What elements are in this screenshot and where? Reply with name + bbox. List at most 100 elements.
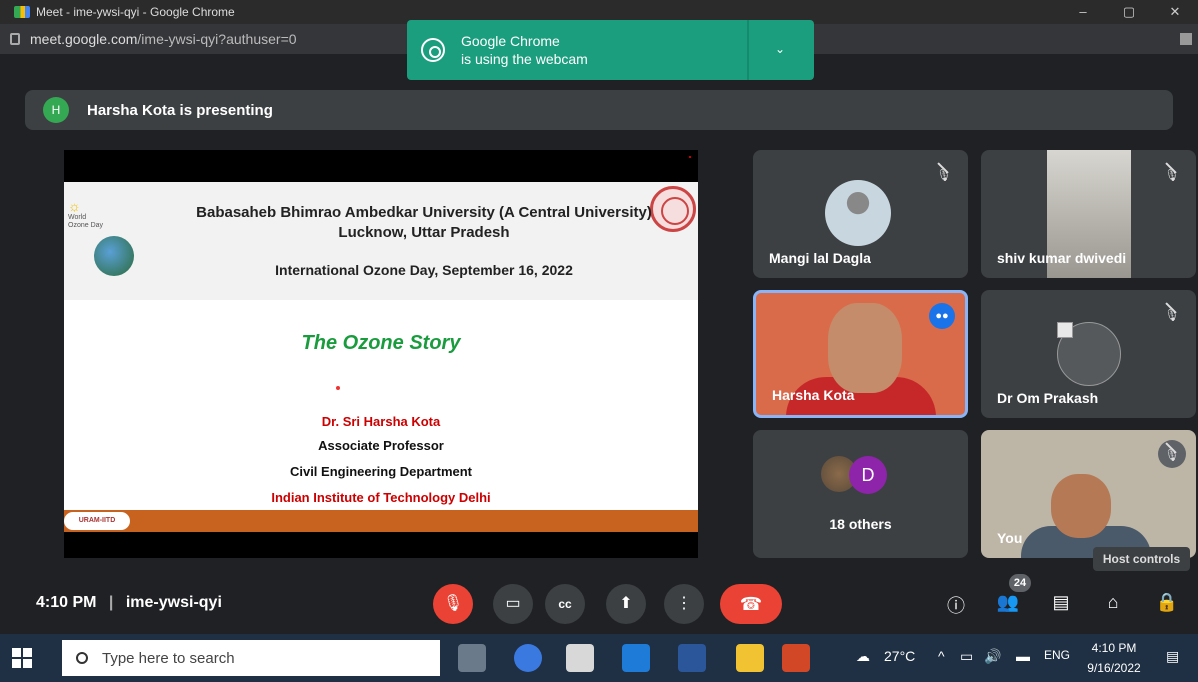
- word-icon[interactable]: [678, 644, 706, 672]
- mic-off-icon: [1158, 440, 1186, 468]
- search-placeholder: Type here to search: [102, 649, 235, 667]
- participant-face: [1051, 474, 1111, 538]
- taskbar-date: 9/16/2022: [1087, 661, 1141, 675]
- slide-institute: Indian Institute of Technology Delhi: [271, 490, 491, 505]
- file-explorer-icon[interactable]: [736, 644, 764, 672]
- participant-name: Mangi lal Dagla: [769, 250, 871, 266]
- mic-off-icon: 🎙: [442, 595, 464, 612]
- battery-icon[interactable]: ▬: [1016, 648, 1030, 664]
- separator: |: [108, 594, 114, 611]
- chevron-down-icon[interactable]: ⌄: [775, 42, 785, 56]
- participant-tile[interactable]: Mangi lal Dagla: [753, 150, 968, 278]
- paint-icon[interactable]: [566, 644, 594, 672]
- url-path: /ime-ywsi-qyi?authuser=0: [137, 31, 297, 47]
- participant-name: shiv kumar dwivedi: [997, 250, 1127, 266]
- minimize-button[interactable]: –: [1060, 0, 1106, 24]
- hang-up-icon: ☎: [739, 594, 763, 614]
- others-tile[interactable]: D 18 others: [753, 430, 968, 558]
- slide-title: The Ozone Story: [301, 332, 461, 354]
- notification-line1: Google Chrome: [461, 33, 560, 49]
- network-icon[interactable]: ▭: [960, 648, 973, 665]
- slide-event: International Ozone Day, September 16, 2…: [275, 262, 573, 278]
- laser-pointer-dot: [336, 386, 340, 390]
- participant-name: You: [997, 530, 1023, 546]
- participant-tile[interactable]: Dr Om Prakash: [981, 290, 1196, 418]
- others-count: 18 others: [829, 516, 892, 532]
- camera-icon: ▭: [505, 595, 521, 612]
- webcam-notification[interactable]: Google Chrome is using the webcam ⌄: [407, 20, 814, 80]
- host-controls-tooltip: Host controls: [1093, 547, 1190, 571]
- notification-center-icon[interactable]: ▤: [1166, 648, 1179, 665]
- url-host: meet.google.com: [30, 31, 138, 47]
- volume-icon[interactable]: 🔊: [984, 648, 1001, 665]
- mic-toggle-button[interactable]: 🎙: [433, 584, 473, 624]
- participant-name: Dr Om Prakash: [997, 390, 1099, 406]
- presentation-screen[interactable]: ☼ World Ozone Day Babasaheb Bhimrao Ambe…: [64, 150, 698, 558]
- meet-favicon-icon: [14, 6, 30, 18]
- input-language[interactable]: ENG: [1044, 648, 1070, 662]
- captions-button[interactable]: cc: [545, 584, 585, 624]
- notification-line2: is using the webcam: [461, 51, 588, 67]
- host-controls-icon[interactable]: 🔒: [1155, 592, 1179, 613]
- footer-badge: URAM-IITD: [64, 512, 130, 530]
- logo-text: World Ozone Day: [68, 214, 104, 229]
- webcam-icon: [421, 38, 445, 62]
- slide-marker: [689, 156, 691, 158]
- powerpoint-icon[interactable]: [782, 644, 810, 672]
- presenting-text: Harsha Kota is presenting: [87, 101, 273, 119]
- chrome-icon[interactable]: [514, 644, 542, 672]
- presenter-avatar: H: [43, 97, 69, 123]
- maximize-button[interactable]: ▢: [1106, 0, 1152, 24]
- participant-count-badge: 24: [1009, 574, 1031, 592]
- globe-icon: [94, 236, 134, 276]
- activities-icon[interactable]: ⌂: [1101, 592, 1125, 613]
- close-button[interactable]: ✕: [1152, 0, 1198, 24]
- taskbar-search[interactable]: Type here to search: [62, 640, 440, 676]
- captions-icon: cc: [558, 597, 572, 611]
- slide-university: Babasaheb Bhimrao Ambedkar University (A…: [196, 204, 652, 221]
- taskbar-clock[interactable]: 4:10 PM 9/16/2022: [1084, 638, 1144, 678]
- taskbar-time: 4:10 PM: [1091, 641, 1137, 655]
- windows-start-icon[interactable]: [12, 648, 32, 668]
- app-icon[interactable]: [458, 644, 486, 672]
- slide-header: ☼ World Ozone Day Babasaheb Bhimrao Ambe…: [64, 182, 698, 300]
- search-icon: [76, 652, 88, 664]
- broken-image-icon: [1057, 322, 1121, 386]
- edge-icon[interactable]: [622, 644, 650, 672]
- meeting-info: 4:10 PM | ime-ywsi-qyi: [36, 594, 222, 612]
- slide-city: Lucknow, Uttar Pradesh: [338, 224, 510, 241]
- people-icon[interactable]: 👥: [996, 592, 1020, 613]
- chat-icon[interactable]: ▤: [1049, 592, 1073, 613]
- participant-tile[interactable]: shiv kumar dwivedi: [981, 150, 1196, 278]
- extension-icon[interactable]: [1180, 33, 1192, 45]
- participant-name: Harsha Kota: [772, 387, 855, 403]
- avatar: [825, 180, 891, 246]
- meeting-code: ime-ywsi-qyi: [125, 594, 222, 611]
- avatar: D: [849, 456, 887, 494]
- meeting-time: 4:10 PM: [36, 594, 97, 611]
- more-options-button[interactable]: ⋮: [664, 584, 704, 624]
- slide-footer-bar: URAM-IITD: [64, 510, 698, 532]
- tray-chevron-up-icon[interactable]: ^: [938, 648, 945, 664]
- meeting-controls-bar: 4:10 PM | ime-ywsi-qyi 🎙 ▭ cc ⬆ ⋮ ☎ ⓘ 24…: [0, 574, 1198, 634]
- weather-icon[interactable]: ☁: [856, 648, 870, 665]
- participant-face: [828, 303, 902, 393]
- notification-divider: [747, 20, 749, 80]
- participant-tile-active-speaker[interactable]: ●● Harsha Kota: [753, 290, 968, 418]
- window-controls: – ▢ ✕: [1060, 0, 1198, 24]
- windows-taskbar: Type here to search ☁ 27°C ^ ▭ 🔊 ▬ ENG 4…: [0, 634, 1198, 682]
- slide-role: Associate Professor: [318, 438, 444, 453]
- slide-department: Civil Engineering Department: [289, 464, 473, 479]
- camera-toggle-button[interactable]: ▭: [493, 584, 533, 624]
- presenting-banner: H Harsha Kota is presenting: [25, 90, 1173, 130]
- window-title: Meet - ime-ywsi-qyi - Google Chrome: [36, 5, 235, 19]
- self-view-tile[interactable]: You: [981, 430, 1196, 558]
- sun-icon: ☼: [68, 198, 81, 214]
- more-vert-icon: ⋮: [676, 595, 692, 612]
- present-button[interactable]: ⬆: [606, 584, 646, 624]
- weather-temp[interactable]: 27°C: [884, 648, 915, 664]
- leave-call-button[interactable]: ☎: [720, 584, 782, 624]
- mic-off-icon: [1158, 160, 1186, 188]
- lock-icon[interactable]: [10, 33, 20, 45]
- info-icon[interactable]: ⓘ: [944, 592, 968, 618]
